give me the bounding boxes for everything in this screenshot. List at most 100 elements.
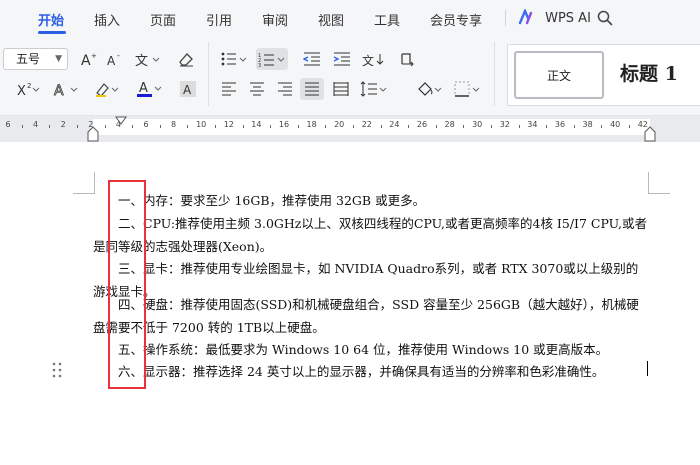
ruler-tick [629,125,630,128]
group-divider [208,42,209,106]
ruler-number: 14 [251,120,262,129]
ruler-number: 18 [306,120,317,129]
ruler-tick [518,125,520,128]
text-effect-icon[interactable]: A [52,78,82,100]
ruler-number: 30 [472,120,483,129]
chevron-down-icon: ▼ [55,54,62,64]
ruler-tick [435,125,437,128]
ruler-tick [21,125,23,128]
svg-text:A: A [183,83,192,97]
ruler-tick [187,125,189,128]
tab-view[interactable]: 视图 [318,10,344,29]
increase-indent-icon[interactable] [330,48,354,70]
tab-review[interactable]: 审阅 [262,10,288,29]
right-indent-marker[interactable] [644,126,656,142]
page-corner-mark [73,172,95,194]
ruler-number: 8 [171,120,177,129]
ruler-tick [325,125,327,128]
paragraph-cpu[interactable]: 二、CPU:推荐使用主频 3.0GHz以上、双核四线程的CPU,或者更高频率的4… [93,213,650,258]
show-marks-icon[interactable] [396,48,420,70]
ruler-tick [49,125,51,128]
search-icon[interactable] [597,10,613,26]
ruler-tick [463,125,465,128]
svg-text:-: - [117,51,120,60]
ruler-number: 32 [499,120,510,129]
svg-text:3: 3 [258,63,261,67]
ruler-number: 12 [223,120,234,129]
ruler-number: 34 [527,120,538,129]
line-spacing-icon[interactable] [358,78,390,100]
menu-divider [505,10,506,26]
ruler-number: 20 [334,120,345,129]
svg-text:A: A [107,54,116,67]
style-heading-1[interactable]: 标题 1 [620,59,678,86]
ruler-number: 40 [610,120,621,129]
first-line-indent-marker[interactable] [115,116,127,130]
svg-text:A: A [54,83,64,97]
page-corner-mark [648,172,670,194]
ruler-tick [159,125,161,128]
style-normal[interactable]: 正文 [514,51,604,99]
ruler-tick [132,125,134,128]
font-shrink-icon[interactable]: A- [104,48,126,70]
character-shading-icon[interactable]: A [178,78,198,100]
font-size-value: 五号 [16,52,41,66]
paragraph-sort-icon[interactable]: 文 [360,48,390,70]
ruler-tick [380,125,382,128]
align-center-icon[interactable] [246,78,268,100]
ruler-tick [601,125,603,128]
tab-references[interactable]: 引用 [206,10,232,29]
distributed-align-icon[interactable] [330,78,352,100]
font-size-select[interactable]: 五号 ▼ [3,48,68,70]
borders-icon[interactable] [452,78,484,100]
align-right-icon[interactable] [274,78,296,100]
ruler-tick [77,125,78,128]
tab-insert[interactable]: 插入 [94,10,120,29]
paragraph-display[interactable]: 六、显示器：推荐选择 24 英寸以上的显示器，并确保具有适当的分辨率和色彩准确性… [93,361,650,384]
tab-tools[interactable]: 工具 [374,10,400,29]
ruler-number: 6 [5,120,11,129]
highlighter-icon[interactable] [92,78,124,100]
ruler-tick [408,125,410,128]
justify-icon[interactable] [300,78,324,100]
document-canvas[interactable]: 一、内存：要求至少 16GB，推荐使用 32GB 或更多。 二、CPU:推荐使用… [0,142,700,465]
svg-text:文: 文 [362,53,374,67]
text-cursor [647,361,648,376]
horizontal-ruler[interactable]: 6 4 2 2 4 6 8 10 12 14 16 18 20 22 24 26 28 30 32 34 36 38 40 4… [0,116,700,142]
font-grow-icon[interactable]: A + [78,48,100,70]
style-gallery: 正文 标题 1 [507,44,700,106]
tab-page[interactable]: 页面 [150,10,176,29]
bullet-list-icon[interactable] [218,48,250,70]
active-tab-indicator [38,31,66,34]
phonetic-guide-icon[interactable]: 文 [133,48,163,70]
paragraph-memory[interactable]: 一、内存：要求至少 16GB，推荐使用 32GB 或更多。 [93,190,650,213]
wps-ai-label: WPS AI [545,11,591,26]
ruler-number: 4 [33,120,39,129]
ruler-tick [491,125,492,128]
tab-member[interactable]: 会员专享 [430,10,482,29]
ruler-number: 10 [196,120,207,129]
numbering-highlight-box [108,180,146,389]
ruler-number: 28 [444,120,455,129]
ruler-number: 6 [143,120,149,129]
superscript-icon[interactable]: X2 [16,78,42,100]
eraser-icon[interactable] [174,48,198,70]
drag-handle-icon[interactable] [52,362,62,378]
ruler-tick [573,125,575,128]
wps-ai-button[interactable]: WPS AI [518,9,591,27]
svg-text:+: + [91,52,97,60]
tab-home[interactable]: 开始 [38,10,64,29]
align-left-icon[interactable] [218,78,240,100]
paragraph-os[interactable]: 五、操作系统：最低要求为 Windows 10 64 位，推荐使用 Window… [93,339,650,362]
decrease-indent-icon[interactable] [300,48,324,70]
shading-icon[interactable] [414,78,446,100]
svg-text:文: 文 [135,54,148,67]
font-color-icon[interactable]: A [134,78,166,100]
numbered-list-icon[interactable]: 123 [256,48,288,70]
ruler-number: 22 [361,120,372,129]
paragraph-storage[interactable]: 四、硬盘：推荐使用固态(SSD)和机械硬盘组合，SSD 容量至少 256GB（越… [93,294,650,339]
svg-text:X: X [17,84,26,97]
left-indent-marker[interactable] [87,126,99,142]
svg-text:A: A [81,53,91,67]
ruler-number: 2 [60,120,66,129]
